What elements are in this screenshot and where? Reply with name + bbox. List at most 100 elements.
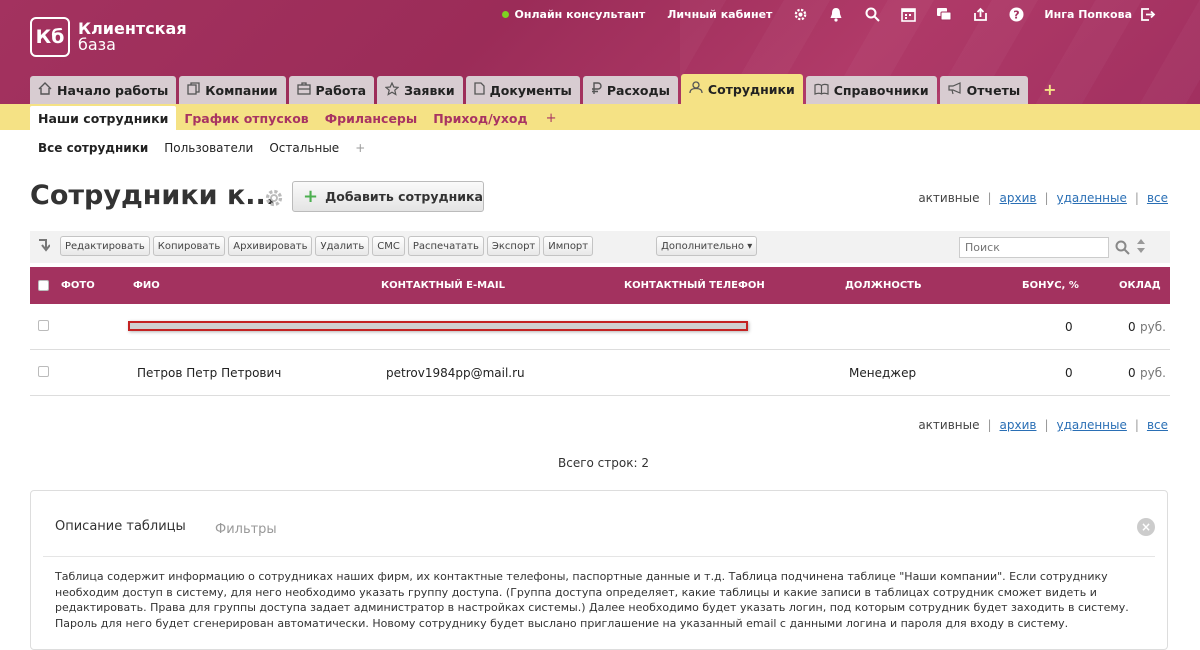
- tab-reports[interactable]: Отчеты: [939, 76, 1029, 104]
- search-input[interactable]: [959, 237, 1109, 258]
- subtab-attendance[interactable]: Приход/уход: [425, 106, 535, 130]
- close-icon[interactable]: ×: [1137, 518, 1155, 536]
- row-count: Всего строк: 2: [558, 456, 649, 470]
- bonus-cell: 0: [1065, 366, 1073, 380]
- tab-requests[interactable]: Заявки: [377, 76, 463, 104]
- status-all-link[interactable]: все: [1147, 418, 1168, 432]
- name-cell[interactable]: Петров Петр Петрович: [137, 366, 281, 380]
- currency-label: руб.: [1140, 366, 1166, 380]
- search-icon[interactable]: [864, 6, 880, 22]
- add-filter-button[interactable]: +: [355, 141, 365, 155]
- collapse-arrow-icon[interactable]: [38, 239, 51, 257]
- import-button[interactable]: Импорт: [543, 236, 594, 256]
- currency-label: руб.: [1140, 320, 1166, 334]
- subnav-bar: Наши сотрудники График отпусков Фрилансе…: [0, 104, 1200, 130]
- archive-button[interactable]: Архивировать: [228, 236, 313, 256]
- home-icon: [38, 82, 52, 98]
- description-panel: Описание таблицы Фильтры × Таблица содер…: [30, 490, 1168, 650]
- row-checkbox[interactable]: [38, 366, 49, 377]
- filter-others[interactable]: Остальные: [269, 141, 339, 155]
- delete-button[interactable]: Удалить: [315, 236, 370, 256]
- print-button[interactable]: Распечатать: [407, 236, 484, 256]
- subtab-freelancers[interactable]: Фрилансеры: [317, 106, 425, 130]
- status-active-link[interactable]: активные: [918, 418, 979, 432]
- tab-start[interactable]: Начало работы: [30, 76, 177, 104]
- tab-employees[interactable]: Сотрудники: [680, 74, 803, 104]
- sort-arrows-icon[interactable]: [1136, 238, 1146, 256]
- status-links-top: активные | архив | удаленные | все: [918, 191, 1168, 205]
- table-row[interactable]: Петров Петр Петрович petrov1984pp@mail.r…: [30, 350, 1170, 396]
- tab-filters[interactable]: Фильтры: [215, 522, 277, 537]
- divider: [43, 556, 1155, 557]
- online-status-icon: [501, 10, 509, 18]
- email-cell[interactable]: petrov1984pp@mail.ru: [386, 366, 525, 380]
- search-icon[interactable]: [1115, 240, 1130, 259]
- page-title: Сотрудники к...: [30, 180, 277, 211]
- chat-icon[interactable]: [936, 6, 952, 22]
- logout-icon[interactable]: [1140, 6, 1156, 22]
- column-position[interactable]: ДОЛЖНОСТЬ: [845, 280, 922, 291]
- status-archive-link[interactable]: архив: [1000, 418, 1037, 432]
- logo-text: Клиентская база: [78, 19, 187, 54]
- people-icon: [689, 81, 703, 97]
- bell-icon[interactable]: [828, 6, 844, 22]
- export-icon[interactable]: [972, 6, 988, 22]
- add-employee-button[interactable]: + Добавить сотрудника: [292, 181, 484, 212]
- status-all-link[interactable]: все: [1147, 191, 1168, 205]
- user-name[interactable]: Инга Попкова: [1044, 8, 1132, 21]
- tab-documents[interactable]: Документы: [465, 76, 580, 104]
- select-all-checkbox[interactable]: [38, 280, 49, 291]
- table-header: ФОТО ФИО КОНТАКТНЫЙ E-MAIL КОНТАКТНЫЙ ТЕ…: [30, 267, 1170, 304]
- logo[interactable]: Кб Клиентская база: [30, 17, 187, 57]
- export-button[interactable]: Экспорт: [486, 236, 541, 256]
- settings-gear-icon[interactable]: [264, 188, 284, 212]
- book-icon: [814, 83, 829, 98]
- status-archive-link[interactable]: архив: [1000, 191, 1037, 205]
- subtab-vacation-schedule[interactable]: График отпусков: [176, 106, 316, 130]
- column-phone[interactable]: КОНТАКТНЫЙ ТЕЛЕФОН: [624, 280, 765, 291]
- online-consultant-link[interactable]: Онлайн консультант: [501, 8, 645, 21]
- logo-mark: Кб: [30, 17, 70, 57]
- column-email[interactable]: КОНТАКТНЫЙ E-MAIL: [381, 280, 505, 291]
- table-row[interactable]: 0 0 руб.: [30, 304, 1170, 350]
- status-deleted-link[interactable]: удаленные: [1057, 191, 1127, 205]
- copy-icon: [187, 82, 200, 98]
- view-filters: Все сотрудники Пользователи Остальные +: [38, 140, 381, 156]
- row-checkbox[interactable]: [38, 320, 49, 331]
- edit-button[interactable]: Редактировать: [60, 236, 150, 256]
- main-tabs: Начало работы Компании Работа Заявки Док…: [30, 74, 1069, 104]
- column-name[interactable]: ФИО: [133, 280, 160, 291]
- more-actions-dropdown[interactable]: Дополнительно ▾: [656, 236, 758, 256]
- plus-icon: +: [303, 186, 319, 207]
- tab-table-description[interactable]: Описание таблицы: [55, 519, 186, 534]
- gear-icon[interactable]: [792, 6, 808, 22]
- status-links-bottom: активные | архив | удаленные | все: [918, 418, 1168, 432]
- add-subtab-button[interactable]: +: [536, 106, 567, 130]
- filter-all-employees[interactable]: Все сотрудники: [38, 141, 148, 155]
- copy-button[interactable]: Копировать: [152, 236, 226, 256]
- document-icon: [473, 82, 485, 98]
- svg-text:?: ?: [1013, 8, 1019, 21]
- subtab-our-employees[interactable]: Наши сотрудники: [30, 106, 177, 130]
- sms-button[interactable]: СМС: [372, 236, 405, 256]
- top-links: Онлайн консультант Личный кабинет ? Инга…: [480, 5, 1156, 23]
- calendar-icon[interactable]: [900, 6, 916, 22]
- star-icon: [384, 81, 400, 99]
- bonus-cell: 0: [1065, 320, 1073, 334]
- column-photo[interactable]: ФОТО: [61, 280, 95, 291]
- help-icon[interactable]: ?: [1008, 6, 1024, 22]
- salary-cell: 0: [1128, 320, 1136, 334]
- filter-users[interactable]: Пользователи: [164, 141, 253, 155]
- column-salary[interactable]: ОКЛАД: [1119, 280, 1161, 291]
- add-tab-button[interactable]: +: [1031, 74, 1068, 104]
- column-bonus[interactable]: БОНУС, %: [1022, 280, 1079, 291]
- personal-cabinet-link[interactable]: Личный кабинет: [667, 8, 772, 21]
- status-deleted-link[interactable]: удаленные: [1057, 418, 1127, 432]
- briefcase-icon: [296, 82, 311, 98]
- position-cell: Менеджер: [849, 366, 917, 380]
- tab-companies[interactable]: Компании: [179, 76, 286, 104]
- tab-expenses[interactable]: Расходы: [582, 76, 678, 104]
- status-active-link[interactable]: активные: [918, 191, 979, 205]
- tab-references[interactable]: Справочники: [805, 76, 937, 104]
- tab-work[interactable]: Работа: [288, 76, 375, 104]
